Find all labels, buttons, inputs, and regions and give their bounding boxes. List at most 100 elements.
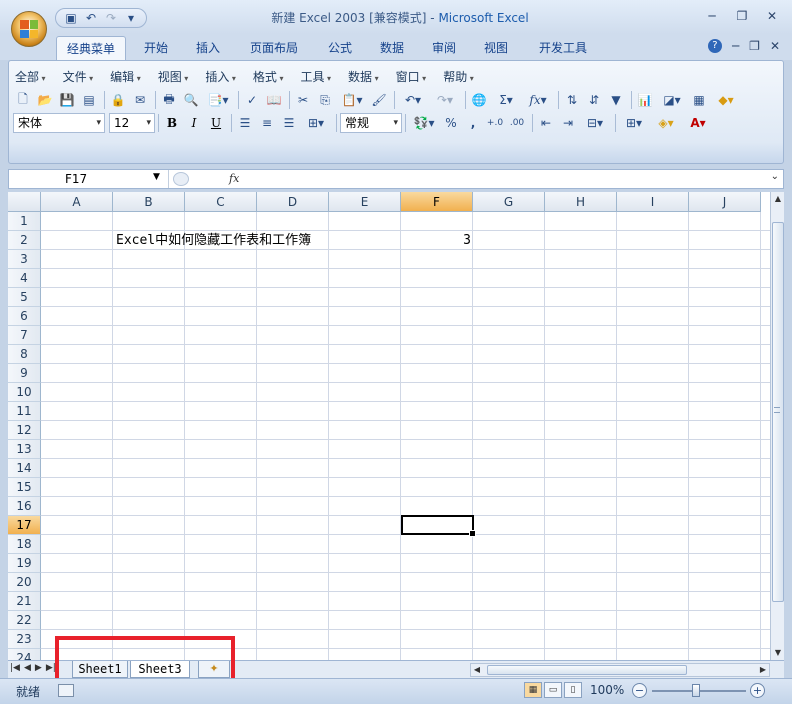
decrease-indent-icon[interactable]: ⇤ bbox=[536, 113, 556, 133]
tab-developer[interactable]: 开发工具 bbox=[528, 36, 598, 60]
align-left-icon[interactable]: ☰ bbox=[235, 113, 255, 133]
row-header[interactable]: 3 bbox=[8, 250, 41, 269]
close-button[interactable]: ✕ bbox=[760, 6, 784, 26]
percent-button[interactable]: % bbox=[441, 113, 461, 133]
undo-icon[interactable]: ↶ bbox=[84, 11, 98, 25]
row-header[interactable]: 8 bbox=[8, 345, 41, 364]
worksheet-grid[interactable]: A B C D E F G H I J 1 2 3 4 5 6 7 8 9 10… bbox=[8, 192, 770, 660]
permission-icon[interactable]: 🔒 bbox=[108, 90, 128, 110]
spelling-icon[interactable]: ✓ bbox=[242, 90, 262, 110]
row-header[interactable]: 9 bbox=[8, 364, 41, 383]
row-header[interactable]: 13 bbox=[8, 440, 41, 459]
tab-view[interactable]: 视图 bbox=[474, 36, 518, 60]
zoom-level[interactable]: 100% bbox=[590, 683, 624, 697]
redo-icon[interactable]: ↷ bbox=[104, 11, 118, 25]
font-name-select[interactable]: 宋体 bbox=[13, 113, 105, 133]
wrap-text-icon[interactable]: ⊟▾ bbox=[580, 113, 610, 133]
menu-view[interactable]: 视图 bbox=[158, 68, 189, 85]
align-center-icon[interactable]: ≡ bbox=[257, 113, 277, 133]
font-color-icon[interactable]: A▾ bbox=[683, 113, 713, 133]
redo-icon[interactable]: ↷▾ bbox=[430, 90, 460, 110]
cut-icon[interactable]: ✂ bbox=[293, 90, 313, 110]
sort-descending-icon[interactable]: ⇵ bbox=[584, 90, 604, 110]
save-icon[interactable]: 💾 bbox=[57, 90, 77, 110]
row-header[interactable]: 20 bbox=[8, 573, 41, 592]
menu-data[interactable]: 数据 bbox=[348, 68, 379, 85]
minimize-button[interactable]: ─ bbox=[700, 6, 724, 26]
next-sheet-icon[interactable]: ▶ bbox=[35, 663, 42, 673]
macro-record-icon[interactable] bbox=[58, 684, 74, 697]
save-icon[interactable]: ▣ bbox=[64, 11, 78, 25]
column-header-G[interactable]: G bbox=[473, 192, 545, 212]
font-size-select[interactable]: 12 bbox=[109, 113, 155, 133]
email-icon[interactable]: ✉ bbox=[130, 90, 150, 110]
row-header[interactable]: 10 bbox=[8, 383, 41, 402]
row-header[interactable]: 14 bbox=[8, 459, 41, 478]
row-header[interactable]: 7 bbox=[8, 326, 41, 345]
row-header[interactable]: 23 bbox=[8, 630, 41, 649]
sort-ascending-icon[interactable]: ⇅ bbox=[562, 90, 582, 110]
merge-center-icon[interactable]: ⊞▾ bbox=[301, 113, 331, 133]
grid-icon[interactable]: ▦ bbox=[689, 90, 709, 110]
row-header[interactable]: 24 bbox=[8, 649, 41, 660]
column-header-C[interactable]: C bbox=[185, 192, 257, 212]
new-icon[interactable]: 🗋 bbox=[13, 90, 33, 110]
row-header[interactable]: 4 bbox=[8, 269, 41, 288]
row-header[interactable]: 1 bbox=[8, 212, 41, 231]
row-header[interactable]: 12 bbox=[8, 421, 41, 440]
italic-button[interactable]: I bbox=[184, 113, 204, 133]
ribbon-close-button[interactable]: ✕ bbox=[770, 39, 780, 53]
name-box[interactable]: F17 bbox=[9, 170, 169, 188]
fill-color-icon[interactable]: ◈▾ bbox=[651, 113, 681, 133]
scroll-down-icon[interactable]: ▼ bbox=[771, 646, 785, 660]
column-header-I[interactable]: I bbox=[617, 192, 689, 212]
open-icon[interactable]: 📂 bbox=[35, 90, 55, 110]
borders-icon[interactable]: ⊞▾ bbox=[619, 113, 649, 133]
first-sheet-icon[interactable]: |◀ bbox=[10, 663, 20, 673]
menu-window[interactable]: 窗口 bbox=[396, 68, 427, 85]
filter-icon[interactable]: ▼ bbox=[606, 90, 626, 110]
menu-help[interactable]: 帮助 bbox=[443, 68, 474, 85]
autosum-icon[interactable]: Σ ▾ bbox=[491, 90, 521, 110]
normal-view-icon[interactable]: ▦ bbox=[524, 682, 542, 698]
paste-icon[interactable]: 📋▾ bbox=[337, 90, 367, 110]
column-header-J[interactable]: J bbox=[689, 192, 761, 212]
menu-tools[interactable]: 工具 bbox=[300, 68, 331, 85]
row-header[interactable]: 19 bbox=[8, 554, 41, 573]
formula-bar-expand-icon[interactable]: ⌄ bbox=[771, 171, 779, 182]
vertical-scrollbar[interactable]: ▲ ▼ bbox=[770, 192, 784, 660]
row-header[interactable]: 2 bbox=[8, 231, 41, 250]
ribbon-minimize-button[interactable]: ─ bbox=[732, 39, 739, 53]
tab-home[interactable]: 开始 bbox=[134, 36, 178, 60]
research-book-icon[interactable]: 📖 bbox=[264, 90, 284, 110]
save-as-icon[interactable]: ▤ bbox=[79, 90, 99, 110]
tab-classic-menu[interactable]: 经典菜单 bbox=[56, 36, 126, 60]
drawing-icon[interactable]: ◪▾ bbox=[657, 90, 687, 110]
page-break-view-icon[interactable]: ▯ bbox=[564, 682, 582, 698]
column-header-E[interactable]: E bbox=[329, 192, 401, 212]
align-right-icon[interactable]: ☰ bbox=[279, 113, 299, 133]
column-header-B[interactable]: B bbox=[113, 192, 185, 212]
number-format-select[interactable]: 常规 bbox=[340, 113, 402, 133]
select-all-corner[interactable] bbox=[8, 192, 41, 212]
increase-indent-icon[interactable]: ⇥ bbox=[558, 113, 578, 133]
menu-all[interactable]: 全部 bbox=[15, 68, 46, 85]
help-icon[interactable]: ? bbox=[707, 39, 722, 53]
prev-sheet-icon[interactable]: ◀ bbox=[24, 663, 31, 673]
scroll-left-icon[interactable]: ◀ bbox=[471, 664, 483, 676]
column-header-A[interactable]: A bbox=[41, 192, 113, 212]
name-box-dropdown-icon[interactable]: ▼ bbox=[153, 172, 160, 182]
underline-button[interactable]: U bbox=[206, 113, 226, 133]
tab-data[interactable]: 数据 bbox=[370, 36, 414, 60]
cell-gridlines[interactable] bbox=[41, 212, 770, 660]
tab-page-layout[interactable]: 页面布局 bbox=[242, 36, 306, 60]
zoom-slider-handle[interactable] bbox=[692, 684, 700, 697]
menu-edit[interactable]: 编辑 bbox=[110, 68, 141, 85]
customize-qat-icon[interactable]: ▾ bbox=[124, 11, 138, 25]
active-cell-F17[interactable] bbox=[401, 515, 476, 537]
currency-icon[interactable]: 💱▾ bbox=[409, 113, 439, 133]
row-header[interactable]: 18 bbox=[8, 535, 41, 554]
tab-insert[interactable]: 插入 bbox=[186, 36, 230, 60]
print-icon[interactable]: 🖶 bbox=[159, 90, 179, 110]
undo-icon[interactable]: ↶▾ bbox=[398, 90, 428, 110]
